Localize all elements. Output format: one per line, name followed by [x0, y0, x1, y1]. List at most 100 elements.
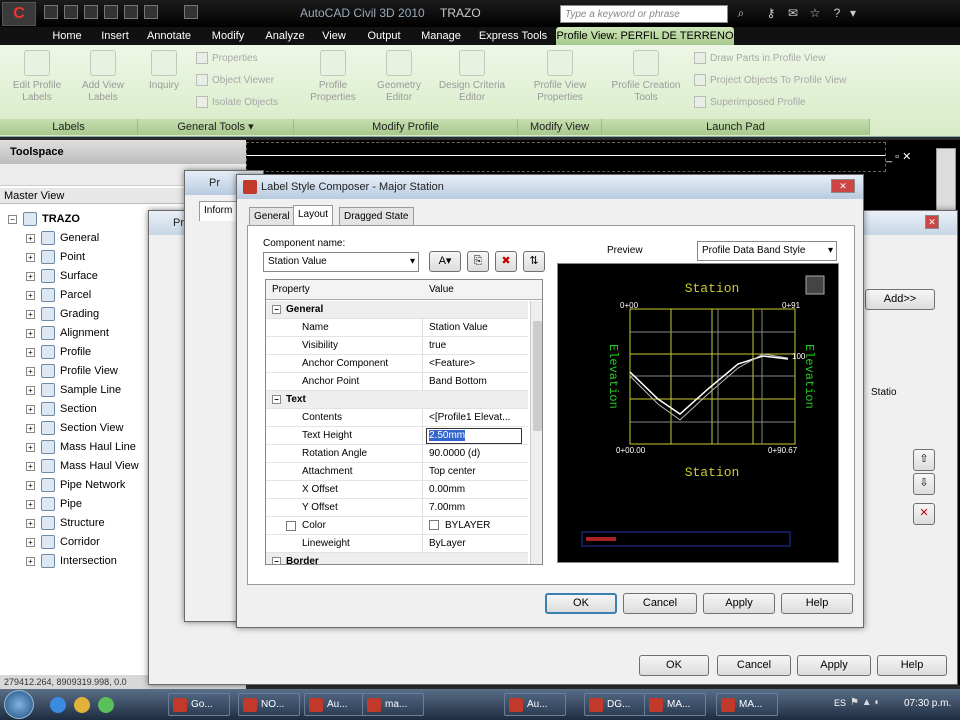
preview-tl: 0+00 — [620, 301, 639, 310]
superimposed-profile-button[interactable]: Superimposed Profile — [694, 94, 806, 112]
tab-menu-6[interactable]: Output — [362, 27, 406, 45]
property-row[interactable]: Name Station Value — [266, 319, 528, 337]
color-checkbox[interactable] — [286, 521, 296, 531]
binoculars-icon[interactable]: ⌕ — [734, 6, 748, 20]
component-name-select[interactable]: Station Value ▾ — [263, 252, 419, 272]
bg-close-button[interactable]: ✕ — [925, 215, 939, 229]
taskbar-item[interactable]: NO... — [238, 693, 300, 716]
copy-component-button[interactable]: ⎘ — [467, 251, 489, 272]
search-input[interactable]: Type a keyword or phrase — [560, 5, 728, 23]
tab-general[interactable]: General — [249, 207, 295, 225]
print-icon[interactable] — [104, 5, 118, 19]
favorites-icon[interactable]: ☆ — [808, 6, 822, 20]
panel-general-tools[interactable]: General Tools ▾ — [138, 119, 294, 135]
property-row[interactable]: Rotation Angle 90.0000 (d) — [266, 445, 528, 463]
help-button[interactable]: Help — [781, 593, 853, 614]
taskbar-item[interactable]: ma... — [362, 693, 424, 716]
tab-layout[interactable]: Layout — [293, 205, 334, 225]
delete-component-button[interactable]: ✖ — [495, 251, 517, 272]
property-row[interactable]: Anchor Component <Feature> — [266, 355, 528, 373]
collection-icon — [41, 516, 55, 531]
tab-menu-8[interactable]: Express Tools — [474, 27, 552, 45]
tray-language[interactable]: ES — [834, 698, 846, 708]
taskbar-item[interactable]: MA... — [716, 693, 778, 716]
design-profile-line — [629, 353, 789, 421]
bg-help-button[interactable]: Help — [877, 655, 947, 676]
text-height-input[interactable]: 2.50mm — [426, 428, 522, 444]
taskbar-item[interactable]: Au... — [304, 693, 366, 716]
tab-menu-4[interactable]: Analyze — [262, 27, 308, 45]
collection-icon — [41, 440, 55, 455]
property-row[interactable]: Attachment Top center — [266, 463, 528, 481]
tab-dragged-state[interactable]: Dragged State — [339, 207, 414, 225]
help-icon[interactable]: ? — [830, 6, 844, 20]
property-scrollbar[interactable] — [530, 301, 542, 564]
workspace-icon[interactable] — [184, 5, 198, 19]
profile-view-properties-button[interactable]: Profile View Properties — [524, 50, 596, 112]
move-down-button[interactable]: ⇩ — [913, 473, 935, 495]
property-row[interactable]: Contents <[Profile1 Elevat... — [266, 409, 528, 427]
property-row[interactable]: Anchor Point Band Bottom — [266, 373, 528, 391]
preview-pane[interactable]: Station Station Elevation Elevation 0+00… — [557, 263, 839, 563]
isolate-objects-button[interactable]: Isolate Objects — [196, 94, 278, 112]
draw-order-button[interactable]: ⇅ — [523, 251, 545, 272]
drawing-restore-icon[interactable]: _ ▫ ✕ — [886, 150, 911, 163]
help-dropdown-icon[interactable]: ▾ — [846, 6, 860, 20]
inquiry-button[interactable]: Inquiry — [140, 50, 188, 112]
add-button[interactable]: Add>> — [865, 289, 935, 310]
tab-menu-3[interactable]: Modify — [206, 27, 250, 45]
property-header: Property Value — [266, 280, 542, 300]
preview-zoom-icon[interactable] — [805, 275, 825, 295]
bg-ok-button[interactable]: OK — [639, 655, 709, 676]
preview-style-select[interactable]: Profile Data Band Style ▾ — [697, 241, 837, 261]
property-category[interactable]: − General — [266, 301, 528, 319]
property-row[interactable]: Text Height 2.50mm — [266, 427, 528, 445]
taskbar-item[interactable]: Au... — [504, 693, 566, 716]
tab-menu-1[interactable]: Insert — [96, 27, 134, 45]
project-objects-button[interactable]: Project Objects To Profile View — [694, 72, 846, 90]
taskbar-item[interactable]: Go... — [168, 693, 230, 716]
property-category[interactable]: − Border — [266, 553, 528, 564]
ok-button[interactable]: OK — [545, 593, 617, 614]
geometry-editor-button[interactable]: Geometry Editor — [368, 50, 430, 112]
dialog-close-button[interactable]: ✕ — [831, 179, 855, 193]
tab-menu-2[interactable]: Annotate — [142, 27, 196, 45]
taskbar-item[interactable]: DG... — [584, 693, 646, 716]
object-viewer-button[interactable]: Object Viewer — [196, 72, 274, 90]
profile-properties-button[interactable]: Profile Properties — [302, 50, 364, 112]
draw-parts-button[interactable]: Draw Parts in Profile View — [694, 50, 825, 68]
tab-menu-5[interactable]: View — [314, 27, 354, 45]
tab-menu-0[interactable]: Home — [44, 27, 90, 45]
apply-button[interactable]: Apply — [703, 593, 775, 614]
app-menu-button[interactable]: C — [2, 2, 36, 26]
tab-menu-9[interactable]: Profile View: PERFIL DE TERRENO — [556, 27, 734, 45]
comm-center-icon[interactable]: ✉ — [786, 6, 800, 20]
cancel-button[interactable]: Cancel — [623, 593, 697, 614]
move-up-button[interactable]: ⇧ — [913, 449, 935, 471]
design-criteria-editor-button[interactable]: Design Criteria Editor — [434, 50, 510, 112]
edit-profile-labels-button[interactable]: Edit Profile Labels — [8, 50, 66, 112]
redo-icon[interactable] — [144, 5, 158, 19]
taskbar-item[interactable]: MA... — [644, 693, 706, 716]
property-row[interactable]: Lineweight ByLayer — [266, 535, 528, 553]
bg-apply-button[interactable]: Apply — [797, 655, 871, 676]
property-category[interactable]: − Text — [266, 391, 528, 409]
bg-cancel-button[interactable]: Cancel — [717, 655, 791, 676]
properties-button[interactable]: Properties — [196, 50, 258, 68]
new-icon[interactable] — [44, 5, 58, 19]
property-row[interactable]: Visibility true — [266, 337, 528, 355]
clock[interactable]: 07:30 p.m. — [904, 698, 951, 709]
preview-top-station: Station — [685, 281, 740, 296]
add-view-labels-button[interactable]: Add View Labels — [74, 50, 132, 112]
save-icon[interactable] — [84, 5, 98, 19]
open-icon[interactable] — [64, 5, 78, 19]
property-row[interactable]: Color BYLAYER — [266, 517, 528, 535]
undo-icon[interactable] — [124, 5, 138, 19]
tab-menu-7[interactable]: Manage — [416, 27, 466, 45]
profile-creation-tools-button[interactable]: Profile Creation Tools — [608, 50, 684, 112]
add-component-button[interactable]: A▾ — [429, 251, 461, 272]
delete-button[interactable]: ✕ — [913, 503, 935, 525]
subscription-icon[interactable]: ⚷ — [764, 6, 778, 20]
property-row[interactable]: Y Offset 7.00mm — [266, 499, 528, 517]
property-row[interactable]: X Offset 0.00mm — [266, 481, 528, 499]
